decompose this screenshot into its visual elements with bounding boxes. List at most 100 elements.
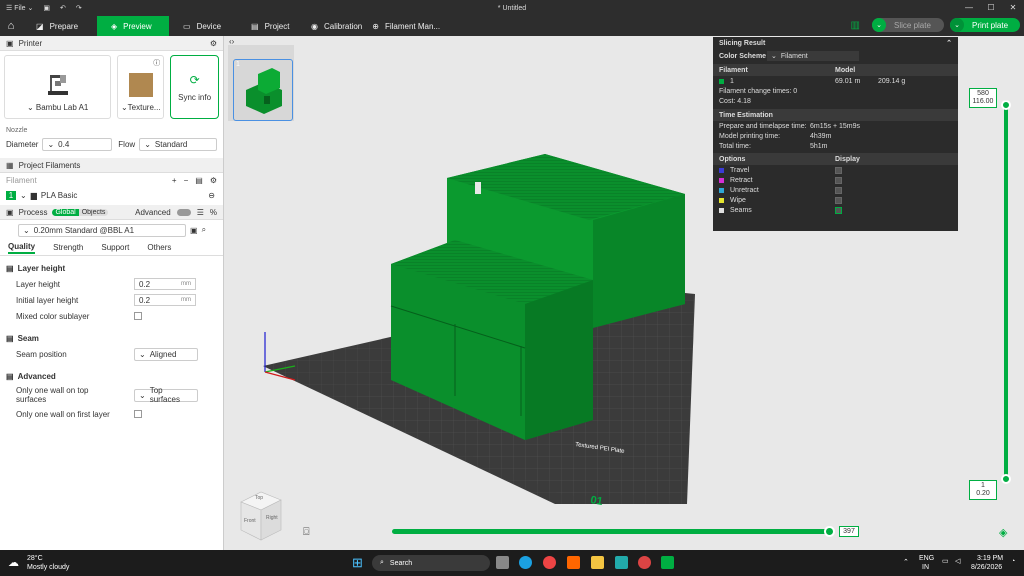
advanced-toggle[interactable] [176,208,191,216]
tab-quality[interactable]: Quality [8,242,36,254]
cube-front[interactable]: Front [244,518,256,524]
mixed-color-checkbox[interactable] [134,312,142,320]
move-slider-handle[interactable] [824,526,835,537]
group-advanced: ▤ Advanced [0,368,223,384]
compare-icon[interactable]: ☰ [197,208,204,217]
percent-icon[interactable]: % [210,208,217,217]
weather-temp[interactable]: 28°C [27,555,43,562]
minimize-icon[interactable]: — [958,0,980,16]
remove-icon[interactable]: − [184,176,189,185]
cube-right[interactable]: Right [266,515,278,521]
tab-strength[interactable]: Strength [53,243,83,252]
one-wall-top-select[interactable]: ⌄ Top surfaces [134,386,198,404]
seams-checkbox[interactable] [835,206,842,214]
tab-others[interactable]: Others [147,243,171,252]
plate-selector[interactable]: ⓘ ⌄Texture... [117,55,165,119]
wipe-checkbox[interactable] [835,196,842,204]
app-icon[interactable] [615,556,628,569]
layers-stack-icon[interactable]: ◈ [999,526,1007,539]
notification-icon[interactable]: ◔ [1011,558,1015,565]
weather-desc[interactable]: Mostly cloudy [27,564,69,571]
search-label: Search [389,559,413,567]
color-scheme-select[interactable]: ⌄ Filament [767,51,859,61]
tab-project[interactable]: ▤ Project [237,16,305,36]
gear-icon[interactable]: ⚙ [210,39,217,48]
add-icon[interactable]: + [172,176,177,185]
tab-filament-manager[interactable]: ⊕ Filament Man... [368,16,444,36]
retract-checkbox[interactable] [835,176,842,184]
global-toggle[interactable]: Global Objects [52,208,109,216]
diameter-select[interactable]: ⌄ 0.4 [42,137,113,151]
move-slider[interactable] [392,529,829,534]
tab-calibration[interactable]: ◉ Calibration [305,16,368,36]
global-option[interactable]: Global [52,208,79,216]
folder-icon[interactable] [591,556,604,569]
layer-height-input[interactable]: 0.2 mm [134,278,196,290]
edge-icon[interactable] [519,556,532,569]
ams-icon[interactable]: ▤ [195,176,203,185]
maximize-icon[interactable]: ☐ [980,0,1002,16]
diameter-label: Diameter [6,139,39,149]
weather-icon[interactable]: ☁ [8,556,19,569]
collapse-icon[interactable]: ⌃ [946,39,952,47]
app-icon[interactable] [567,556,580,569]
tab-device[interactable]: ▭ Device [169,16,237,36]
tab-prepare[interactable]: ◪ Prepare [22,16,97,36]
one-wall-first-checkbox[interactable] [134,410,142,418]
slice-plate-button[interactable]: ⌄ Slice plate [872,18,944,32]
travel-swatch [719,167,724,173]
filament-item[interactable]: 1 ⌄ ▆ PLA Basic ⊖ [0,187,223,203]
process-preset-select[interactable]: ⌄ 0.20mm Standard @BBL A1 [18,223,186,237]
redo-icon[interactable]: ↷ [76,4,82,12]
gear-icon[interactable]: ⚙ [210,176,217,185]
tab-preview[interactable]: ◈ Preview [97,16,169,36]
save-icon[interactable]: ▣ [43,4,50,12]
clock-time[interactable]: 3:19 PM [977,555,1003,562]
file-menu[interactable]: ☰ File ⌄ [6,4,33,12]
close-icon[interactable]: ✕ [1002,0,1024,16]
chrome-icon[interactable] [638,556,651,569]
layer-slider-top-handle[interactable] [1001,100,1011,110]
layer-slider-bottom-handle[interactable] [1001,474,1011,484]
undo-icon[interactable]: ↶ [60,4,66,12]
cube-top[interactable]: Top [255,495,263,501]
info-icon[interactable]: ⓘ [153,58,160,68]
sync-info-button[interactable]: ⟳ Sync info [170,55,219,119]
initial-layer-height-input[interactable]: 0.2 mm [134,294,196,306]
save-preset-icon[interactable]: ▣ [190,226,198,235]
input-unit: mm [181,297,191,303]
tray-chevron-icon[interactable]: ⌃ [903,558,909,566]
remove-circle-icon[interactable]: ⊖ [208,191,215,200]
bambu-studio-icon[interactable] [661,556,674,569]
print-plate-button[interactable]: ⌄ Print plate [950,18,1020,32]
tab-support[interactable]: Support [101,243,129,252]
bottom-layer-number: 1 [981,482,985,489]
layout-icon[interactable]: ▥ [851,20,860,31]
network-icon[interactable]: ▭ [942,557,949,565]
chrome-icon[interactable] [543,556,556,569]
printer-selector[interactable]: ⌄ Bambu Lab A1 [4,55,112,119]
task-view-icon[interactable] [496,556,509,569]
seam-position-select[interactable]: ⌄ Aligned [134,347,198,361]
volume-icon[interactable]: ◁ [955,557,960,565]
search-icon[interactable]: ⌕ [202,225,206,235]
view-cube[interactable]: Top Front Right [237,488,285,544]
chevron-down-icon: ⌄ [20,190,27,200]
chevron-down-icon[interactable]: ⌄ [950,18,964,32]
lang[interactable]: ENG [919,555,934,562]
start-icon[interactable]: ⊞ [352,555,363,571]
layer-slider[interactable] [1004,100,1008,481]
home-icon[interactable]: ⌂ [0,16,22,36]
objects-option[interactable]: Objects [78,208,109,216]
fit-view-icon[interactable]: ⌼ [303,526,310,539]
clock-date[interactable]: 8/26/2026 [971,564,1002,571]
flow-select[interactable]: ⌄ Standard [139,137,217,151]
taskbar-search[interactable]: ⌕ Search [372,555,490,571]
region[interactable]: IN [922,564,929,571]
input-value: 0.2 [139,279,151,289]
group-seam: ▤ Seam [0,330,223,346]
chevron-down-icon[interactable]: ⌄ [872,18,886,32]
travel-checkbox[interactable] [835,166,842,174]
option-label: Travel [730,166,750,174]
unretract-checkbox[interactable] [835,186,842,194]
